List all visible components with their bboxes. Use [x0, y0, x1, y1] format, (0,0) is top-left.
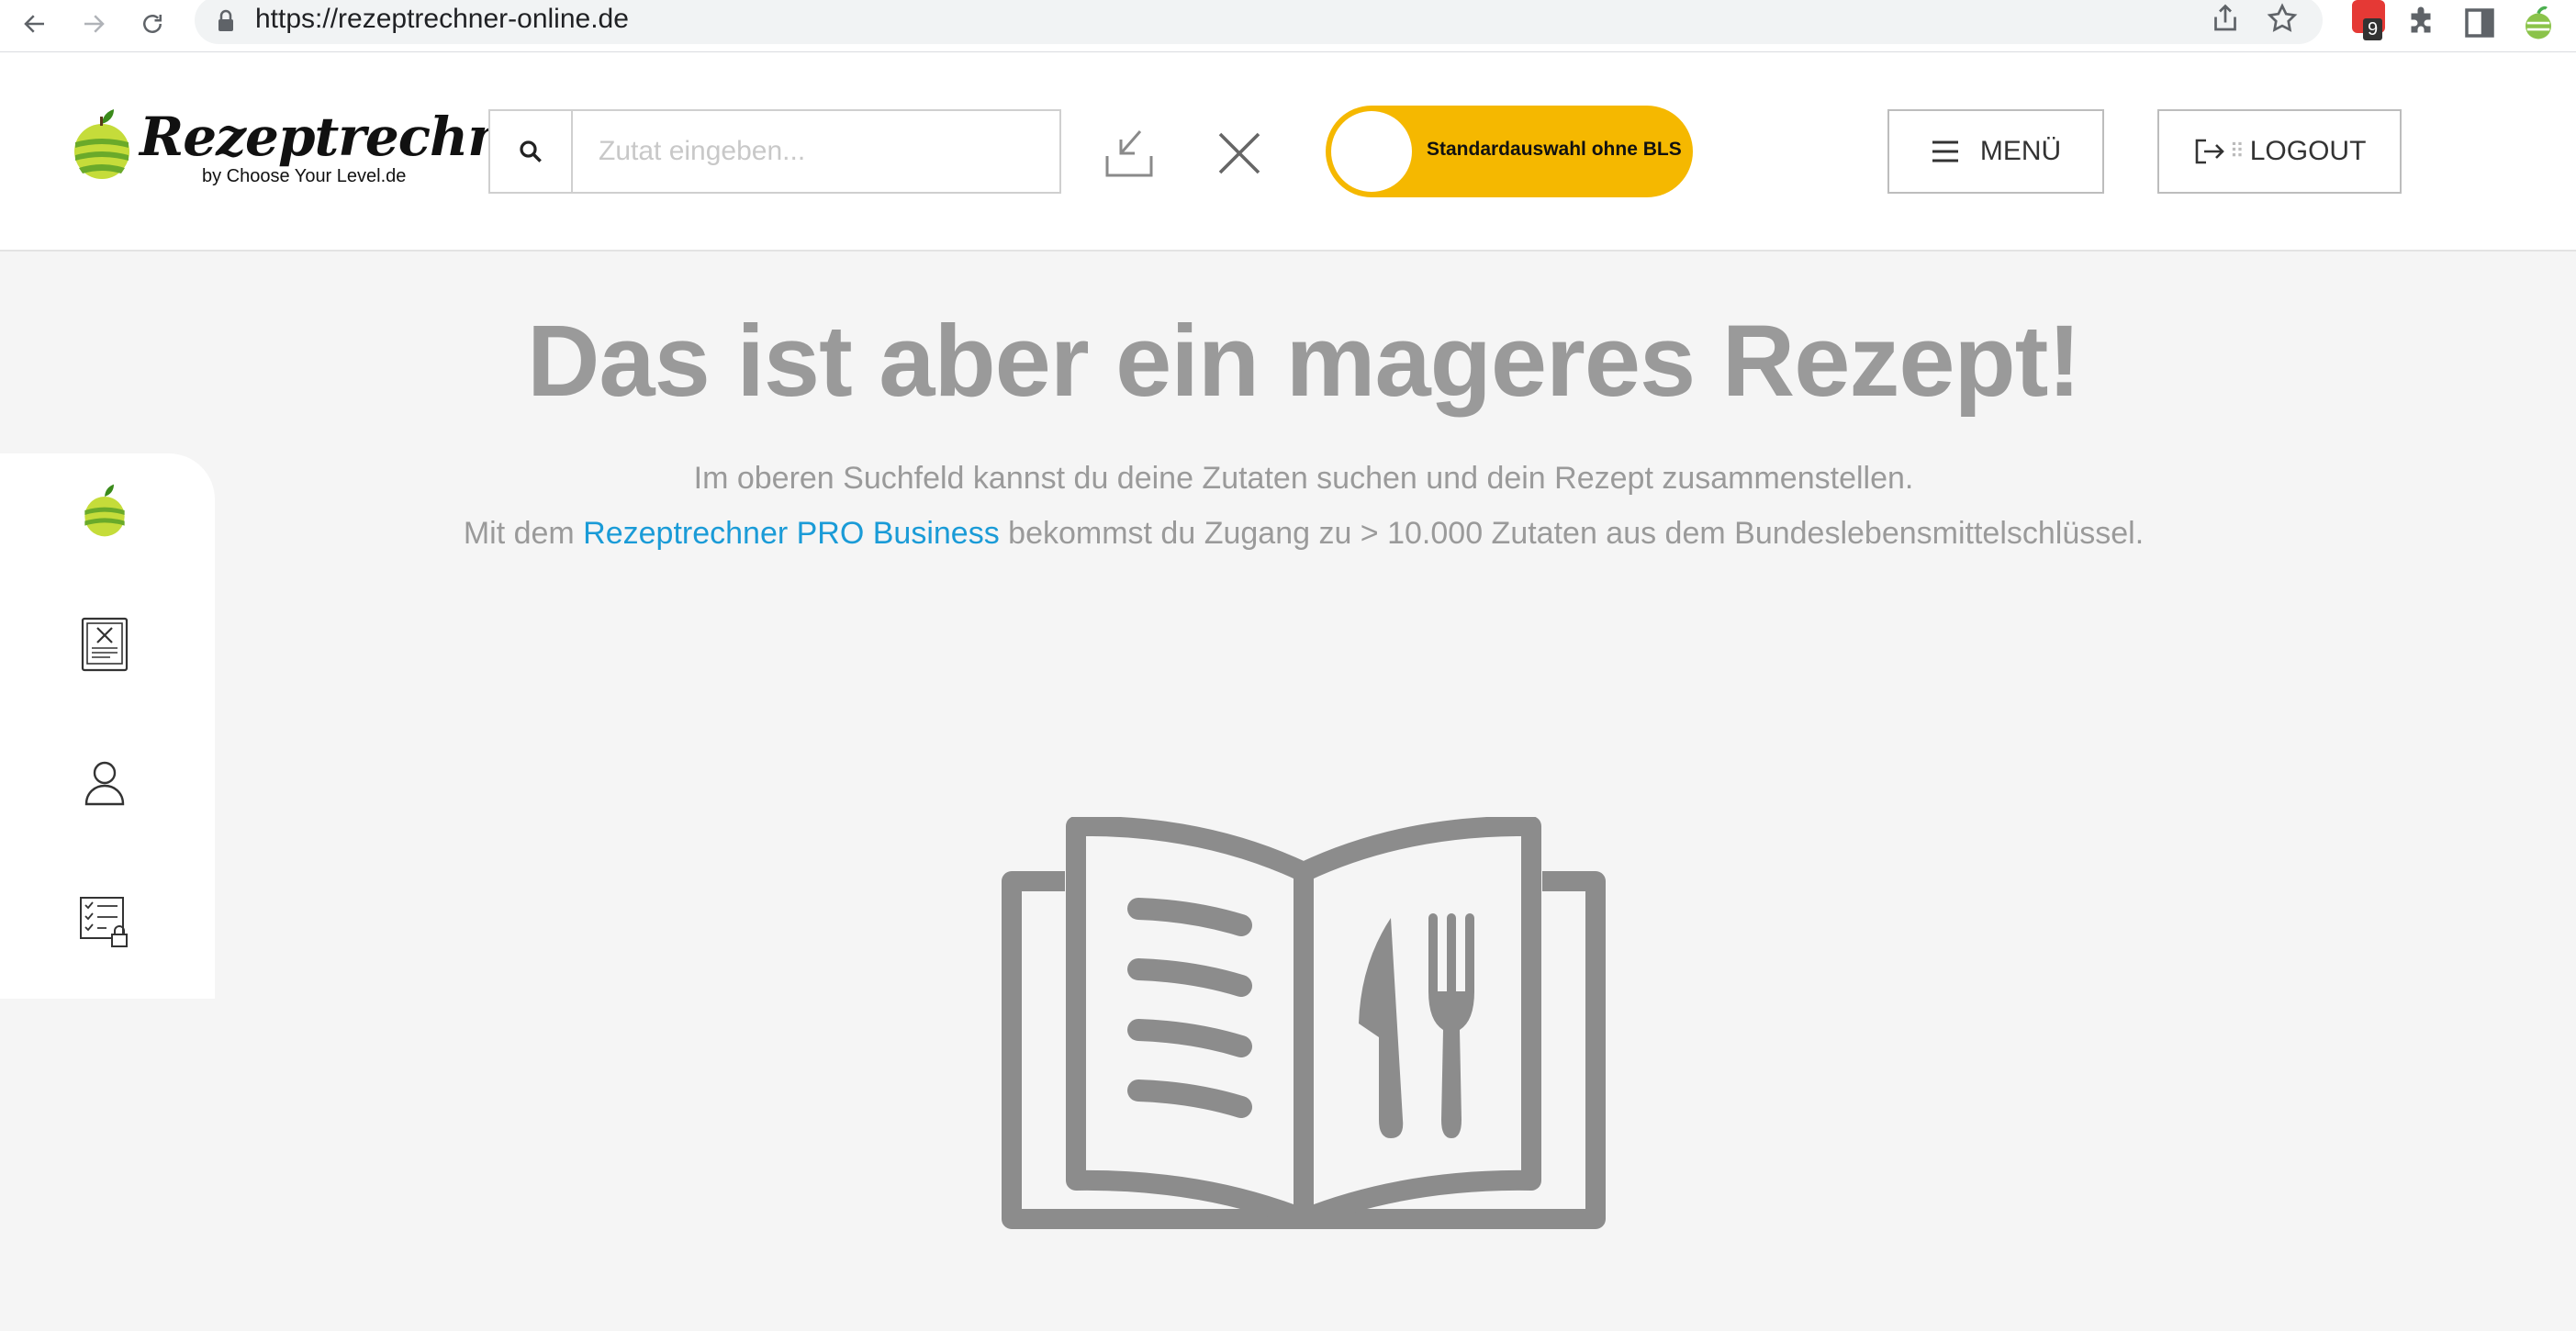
- drag-grip-icon: ⠿: [2229, 140, 2245, 162]
- pro-business-link[interactable]: Rezeptrechner PRO Business: [583, 516, 1000, 551]
- apple-logo-icon: [74, 109, 129, 179]
- logout-icon: [2195, 139, 2224, 164]
- toggle-knob: [1331, 111, 1412, 192]
- forward-button[interactable]: [73, 4, 114, 44]
- search-input[interactable]: [573, 111, 1058, 192]
- logout-button[interactable]: ⠿ LOGOUT: [2157, 109, 2402, 194]
- line-2-prefix: Mit dem: [463, 516, 584, 551]
- sidebar-item-recipes[interactable]: [77, 617, 132, 672]
- empty-state-line-1: Im oberen Suchfeld kannst du deine Zutat…: [693, 461, 1914, 496]
- empty-state-headline: Das ist aber ein mageres Rezept!: [526, 305, 2081, 418]
- share-icon[interactable]: [2209, 2, 2242, 35]
- search-button[interactable]: [490, 111, 573, 192]
- recipe-book-icon: [1002, 817, 1606, 1229]
- locked-checklist-icon: [80, 897, 128, 947]
- bookmark-star-icon[interactable]: [2266, 2, 2299, 35]
- url-text: https://rezeptrechner-online.de: [255, 4, 629, 34]
- bls-toggle[interactable]: Standardauswahl ohne BLS: [1326, 106, 1693, 197]
- browser-toolbar: https://rezeptrechner-online.de 9: [0, 0, 2576, 52]
- reload-button[interactable]: [132, 4, 173, 44]
- lock-icon: [218, 9, 233, 31]
- arrow-left-icon: [24, 15, 44, 33]
- import-download-icon[interactable]: [1102, 126, 1157, 181]
- site-header: Rezeptrechner by Choose Your Level.de St…: [0, 52, 2576, 252]
- logout-label: LOGOUT: [2249, 136, 2367, 166]
- puzzle-icon[interactable]: [2402, 4, 2440, 42]
- menu-label: MENÜ: [1979, 136, 2062, 166]
- search-icon: [520, 140, 542, 162]
- user-icon: [84, 761, 125, 806]
- toggle-label: Standardauswahl ohne BLS: [1427, 139, 1682, 160]
- menu-button[interactable]: MENÜ: [1887, 109, 2104, 194]
- reload-icon: [143, 15, 162, 33]
- side-panel-icon[interactable]: [2460, 4, 2499, 42]
- ingredient-search: [488, 109, 1061, 194]
- sidebar-item-protected-list[interactable]: [77, 894, 132, 949]
- extension-badge-count: 9: [2363, 18, 2383, 40]
- back-button[interactable]: [15, 4, 55, 44]
- line-2-suffix: bekommst du Zugang zu > 10.000 Zutaten a…: [999, 516, 2145, 551]
- logo-subtitle: by Choose Your Level.de: [202, 166, 407, 186]
- recipe-tablet-icon: [81, 617, 129, 672]
- arrow-right-icon: [84, 15, 105, 33]
- close-icon[interactable]: [1212, 126, 1267, 181]
- address-bar[interactable]: https://rezeptrechner-online.de: [195, 0, 2323, 44]
- apple-extension-icon[interactable]: [2519, 4, 2558, 42]
- rezeptrechner-logo[interactable]: Rezeptrechner by Choose Your Level.de: [72, 104, 566, 192]
- empty-state-line-2: Mit dem Rezeptrechner PRO Business bekom…: [0, 516, 2576, 552]
- hamburger-icon: [1932, 140, 1958, 162]
- sidebar-item-profile[interactable]: [77, 756, 132, 811]
